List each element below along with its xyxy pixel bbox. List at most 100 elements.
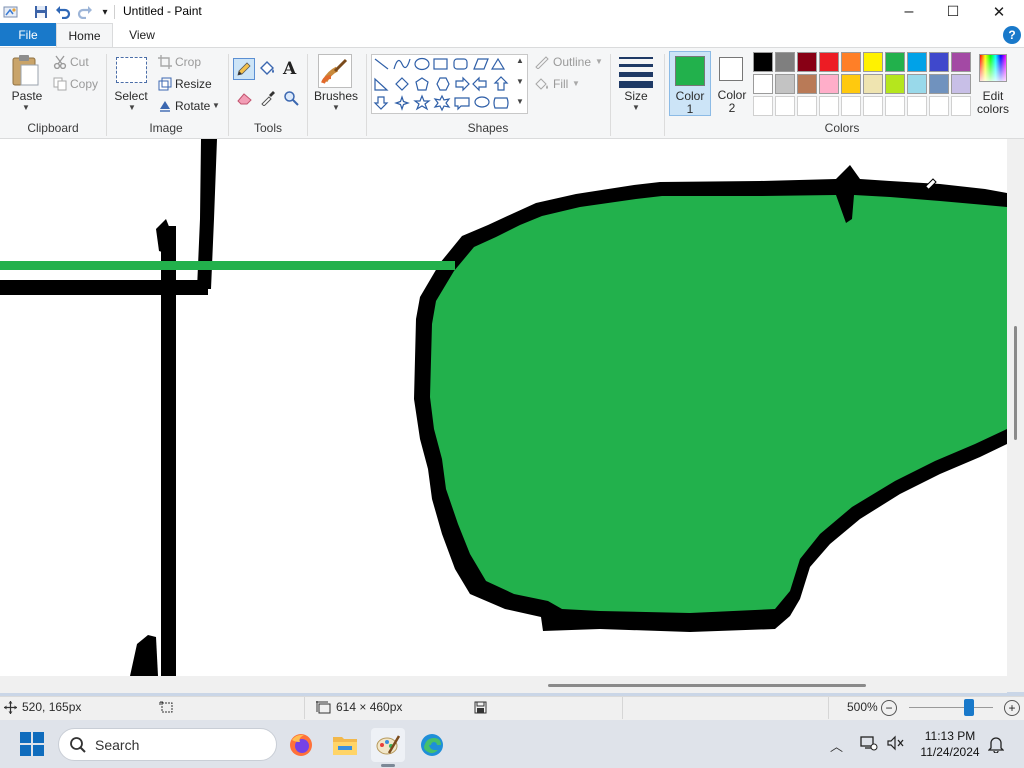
network-icon[interactable] (860, 735, 878, 751)
palette-custom-slot[interactable] (797, 96, 817, 116)
palette-custom-slot[interactable] (753, 96, 773, 116)
horizontal-scrollbar[interactable] (0, 676, 1007, 693)
palette-swatch[interactable] (753, 52, 773, 72)
vertical-scroll-thumb[interactable] (1014, 326, 1017, 440)
outline-button[interactable]: Outline (553, 55, 591, 69)
palette-swatch[interactable] (863, 74, 883, 94)
magnifier-tool[interactable] (283, 90, 301, 108)
palette-swatch[interactable] (907, 52, 927, 72)
palette-custom-slot[interactable] (819, 96, 839, 116)
zoom-in-button[interactable]: + (1004, 700, 1020, 716)
shapes-more-icon[interactable]: ▼ (516, 97, 524, 106)
cut-button[interactable]: Cut (70, 55, 89, 69)
paste-icon[interactable] (10, 53, 44, 87)
resize-button[interactable]: Resize (175, 77, 212, 91)
zoom-slider-track[interactable] (909, 707, 993, 708)
vertical-scrollbar[interactable] (1007, 139, 1024, 692)
palette-swatch[interactable] (775, 52, 795, 72)
fill-button[interactable]: Fill (553, 77, 568, 91)
shapes-gallery[interactable] (371, 54, 528, 114)
horizontal-scroll-thumb[interactable] (548, 684, 866, 687)
rotate-button[interactable]: Rotate (175, 99, 210, 113)
palette-custom-slot[interactable] (775, 96, 795, 116)
palette-swatch[interactable] (797, 52, 817, 72)
palette-swatch[interactable] (819, 74, 839, 94)
tab-home[interactable]: Home (56, 23, 113, 48)
palette-swatch[interactable] (797, 74, 817, 94)
crop-button[interactable]: Crop (175, 55, 201, 69)
pencil-tool[interactable] (233, 58, 255, 80)
taskbar-paint[interactable] (371, 728, 405, 762)
size-dropdown-icon[interactable]: ▼ (632, 103, 640, 112)
zoom-slider-thumb[interactable] (964, 699, 975, 716)
save-icon[interactable] (32, 3, 50, 21)
close-button[interactable]: ✕ (976, 0, 1022, 23)
taskbar-edge[interactable] (415, 728, 449, 762)
outline-dropdown-icon[interactable]: ▼ (595, 57, 603, 66)
edit-colors-button-line2[interactable]: colors (970, 102, 1016, 116)
size-button[interactable]: Size (618, 89, 654, 103)
palette-custom-slot[interactable] (863, 96, 883, 116)
palette-swatch[interactable] (819, 52, 839, 72)
help-button[interactable]: ? (1003, 26, 1021, 44)
notifications-icon[interactable] (987, 735, 1005, 754)
palette-swatch[interactable] (753, 74, 773, 94)
select-button[interactable]: Select (112, 89, 150, 103)
tab-view[interactable]: View (120, 23, 164, 46)
palette-custom-slot[interactable] (885, 96, 905, 116)
color2-button[interactable]: Color 2 (713, 51, 751, 116)
palette-custom-slot[interactable] (841, 96, 861, 116)
size-icon[interactable] (619, 55, 653, 88)
start-button[interactable] (20, 732, 44, 756)
tab-file[interactable]: File (0, 23, 56, 46)
palette-swatch[interactable] (885, 52, 905, 72)
palette-swatch[interactable] (951, 74, 971, 94)
edit-colors-icon[interactable] (979, 54, 1007, 82)
paste-button[interactable]: Paste (6, 89, 48, 103)
palette-swatch[interactable] (841, 52, 861, 72)
paint-app-icon[interactable] (2, 3, 20, 21)
palette-swatch[interactable] (929, 74, 949, 94)
volume-muted-icon[interactable] (886, 735, 904, 751)
fill-bucket-tool[interactable] (258, 60, 278, 80)
brushes-icon[interactable] (318, 54, 352, 88)
brushes-button[interactable]: Brushes (312, 89, 360, 103)
zoom-out-button[interactable]: − (881, 700, 897, 716)
select-dropdown-icon[interactable]: ▼ (128, 103, 136, 112)
palette-swatch[interactable] (841, 74, 861, 94)
minimize-button[interactable]: – (886, 0, 932, 23)
edit-colors-button[interactable]: Edit (973, 89, 1013, 103)
customize-quick-access-button[interactable]: ▾ (96, 3, 114, 21)
color1-button[interactable]: Color 1 (669, 51, 711, 116)
undo-icon[interactable] (54, 3, 72, 21)
taskbar-file-explorer[interactable] (328, 728, 362, 762)
palette-custom-slot[interactable] (951, 96, 971, 116)
select-icon[interactable] (116, 57, 147, 83)
palette-swatch[interactable] (907, 74, 927, 94)
palette-custom-slot[interactable] (907, 96, 927, 116)
show-hidden-icons-button[interactable]: ︿ (830, 736, 843, 755)
color-picker-tool[interactable] (260, 90, 278, 108)
clock-date[interactable]: 11/24/2024 (914, 745, 986, 759)
clock-time[interactable]: 11:13 PM (918, 729, 982, 743)
drawing-canvas[interactable] (0, 139, 1007, 676)
palette-swatch[interactable] (929, 52, 949, 72)
paste-dropdown-icon[interactable]: ▼ (22, 103, 30, 112)
rotate-dropdown-icon[interactable]: ▼ (212, 101, 220, 110)
palette-swatch[interactable] (863, 52, 883, 72)
text-tool[interactable]: A (283, 59, 301, 79)
brushes-dropdown-icon[interactable]: ▼ (332, 103, 340, 112)
maximize-button[interactable]: ☐ (930, 0, 976, 23)
fill-dropdown-icon[interactable]: ▼ (572, 79, 580, 88)
shapes-scroll-down-icon[interactable]: ▼ (516, 77, 524, 86)
palette-custom-slot[interactable] (929, 96, 949, 116)
redo-icon[interactable] (76, 3, 94, 21)
palette-swatch[interactable] (885, 74, 905, 94)
taskbar-search[interactable]: Search (58, 728, 277, 761)
eraser-tool[interactable] (236, 90, 254, 108)
copy-button[interactable]: Copy (70, 77, 98, 91)
taskbar-firefox[interactable] (284, 728, 318, 762)
palette-swatch[interactable] (951, 52, 971, 72)
palette-swatch[interactable] (775, 74, 795, 94)
shapes-scroll-up-icon[interactable]: ▲ (516, 56, 524, 65)
